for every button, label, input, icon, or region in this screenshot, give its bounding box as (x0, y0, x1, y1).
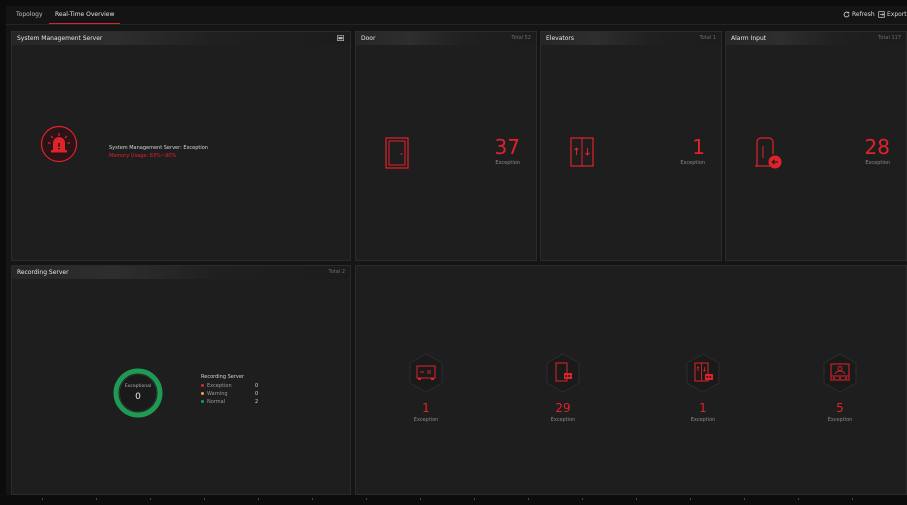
panel-title: System Management Server (17, 35, 103, 42)
normal-dot (201, 400, 204, 403)
panel-title: Recording Server (17, 269, 69, 276)
tick-mark (528, 498, 529, 500)
device-count: 29 (555, 401, 571, 415)
panel-header: System Management Server (12, 32, 350, 45)
exception-count: 37 (494, 135, 520, 159)
devices-panel: 1 Exception 29 Exception 1 Exception 5 E… (355, 265, 907, 495)
tick-mark (258, 498, 259, 500)
tick-mark (744, 498, 745, 500)
memory-usage-text: Memory Usage: 83%~90% (109, 153, 177, 159)
legend-name: Normal (207, 399, 226, 405)
tick-mark (420, 498, 421, 500)
panel-header: Recording Server Total 2 (12, 266, 350, 279)
legend-item-exception: Exception 0 (201, 383, 263, 389)
tab-bar: Topology Real-Time Overview Refresh Expo… (6, 6, 907, 25)
tick-mark (798, 498, 799, 500)
device-count: 1 (422, 401, 430, 415)
screen-icon[interactable] (337, 35, 344, 42)
panel-header: Door Total 52 (356, 32, 536, 45)
tick-mark (204, 498, 205, 500)
legend-value: 0 (255, 383, 259, 389)
exception-label: Exception (495, 160, 520, 166)
panel-header: Elevators Total 1 (541, 32, 721, 45)
exception-label: Exception (680, 160, 705, 166)
legend-item-warning: Warning 0 (201, 391, 263, 397)
tick-mark (852, 498, 853, 500)
tick-mark (150, 498, 151, 500)
device-label: Exception (413, 417, 439, 423)
elevator-station-icon (686, 353, 720, 393)
panel-header: Alarm Input Total 117 (726, 32, 906, 45)
alarm-siren-icon (40, 125, 78, 163)
export-icon (878, 11, 885, 18)
refresh-button[interactable]: Refresh (843, 6, 875, 24)
export-label: Export (887, 11, 907, 18)
device-label: Exception (827, 417, 853, 423)
indoor-station-icon (823, 353, 857, 393)
device-label: Exception (690, 417, 716, 423)
export-button[interactable]: Export (878, 6, 907, 24)
exception-dot (201, 384, 204, 387)
tick-mark (96, 498, 97, 500)
controller-device-icon (409, 353, 443, 393)
exception-count: 1 (692, 135, 705, 159)
system-server-panel: System Management Server System Manageme… (11, 31, 351, 261)
legend-item-normal: Normal 2 (201, 399, 263, 405)
legend-title: Recording Server (201, 374, 244, 380)
tab-topology[interactable]: Topology (16, 6, 43, 24)
warning-dot (201, 392, 204, 395)
door-icon (385, 137, 409, 169)
exception-count: 28 (864, 135, 890, 159)
tick-mark (636, 498, 637, 500)
exception-label: Exception (865, 160, 890, 166)
panel-total: Total 2 (328, 269, 345, 275)
server-status-text: System Management Server: Exception (109, 145, 208, 151)
elevators-panel: Elevators Total 1 1 Exception (540, 31, 722, 261)
tick-mark (42, 498, 43, 500)
panel-total: Total 1 (699, 35, 716, 41)
tick-mark (474, 498, 475, 500)
tick-mark (312, 498, 313, 500)
refresh-icon (843, 11, 850, 18)
legend-name: Warning (207, 391, 228, 397)
ring-label: Exceptional (124, 384, 152, 389)
alarm-input-panel: Alarm Input Total 117 28 Exception (725, 31, 907, 261)
alarm-input-icon (755, 137, 782, 169)
door-panel: Door Total 52 37 Exception (355, 31, 537, 261)
panel-total: Total 52 (511, 35, 531, 41)
legend-name: Exception (207, 383, 232, 389)
panel-title: Door (361, 35, 376, 42)
tab-real-time-overview[interactable]: Real-Time Overview (48, 6, 121, 24)
legend-value: 0 (255, 391, 259, 397)
device-count: 1 (699, 401, 707, 415)
door-station-icon (546, 353, 580, 393)
refresh-label: Refresh (852, 11, 875, 18)
tick-mark (690, 498, 691, 500)
elevator-icon (570, 137, 594, 167)
tick-mark (582, 498, 583, 500)
panel-total: Total 117 (878, 35, 901, 41)
panel-title: Elevators (546, 35, 574, 42)
app-frame: Topology Real-Time Overview Refresh Expo… (6, 6, 907, 495)
tick-mark (366, 498, 367, 500)
legend-value: 2 (255, 399, 259, 405)
panel-title: Alarm Input (731, 35, 767, 42)
device-label: Exception (550, 417, 576, 423)
ring-value: 0 (135, 392, 141, 402)
recording-server-panel: Recording Server Total 2 Exceptional 0 R… (11, 265, 351, 495)
device-count: 5 (836, 401, 844, 415)
